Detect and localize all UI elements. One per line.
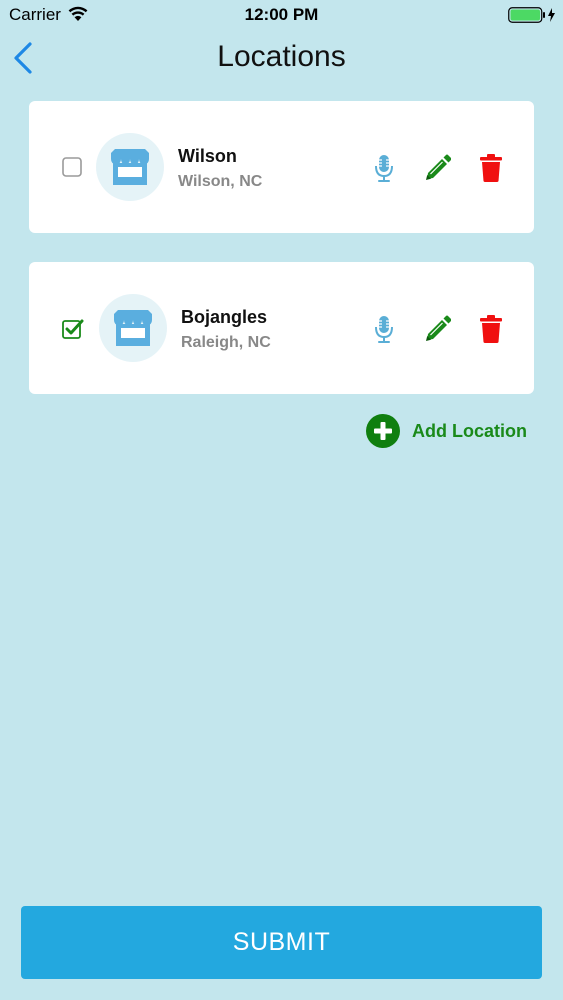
pencil-icon <box>426 315 451 341</box>
microphone-icon <box>375 316 393 343</box>
checkbox-unchecked-icon <box>62 157 82 181</box>
edit-button[interactable] <box>423 153 451 183</box>
trash-icon <box>480 315 502 343</box>
location-card: Bojangles Raleigh, NC <box>29 262 534 394</box>
plus-circle-icon <box>366 414 400 448</box>
pencil-icon <box>426 154 451 180</box>
delete-button[interactable] <box>477 153 505 183</box>
submit-button[interactable]: SUBMIT <box>21 906 542 979</box>
location-avatar <box>96 133 164 201</box>
location-city: Wilson, NC <box>178 173 263 190</box>
location-name: Bojangles <box>181 307 268 327</box>
page-title: Locations <box>217 40 346 73</box>
voice-button[interactable] <box>370 314 398 344</box>
edit-button[interactable] <box>423 314 451 344</box>
status-bar: Carrier 12:00 PM <box>0 0 563 30</box>
location-checkbox[interactable] <box>62 318 84 339</box>
checkbox-checked-icon <box>62 319 84 344</box>
location-avatar <box>99 294 167 362</box>
delete-button[interactable] <box>477 314 505 344</box>
location-checkbox[interactable] <box>62 157 82 177</box>
store-icon <box>114 310 152 346</box>
trash-icon <box>480 154 502 182</box>
store-icon <box>111 149 149 185</box>
microphone-icon <box>375 155 393 182</box>
location-city: Raleigh, NC <box>181 334 271 351</box>
location-card: Wilson Wilson, NC <box>29 101 534 233</box>
add-location-button[interactable]: Add Location <box>366 414 536 450</box>
add-location-label: Add Location <box>412 421 527 441</box>
battery-icon <box>508 7 556 23</box>
voice-button[interactable] <box>370 153 398 183</box>
clock-time: 12:00 PM <box>244 5 319 24</box>
location-name: Wilson <box>178 146 237 166</box>
